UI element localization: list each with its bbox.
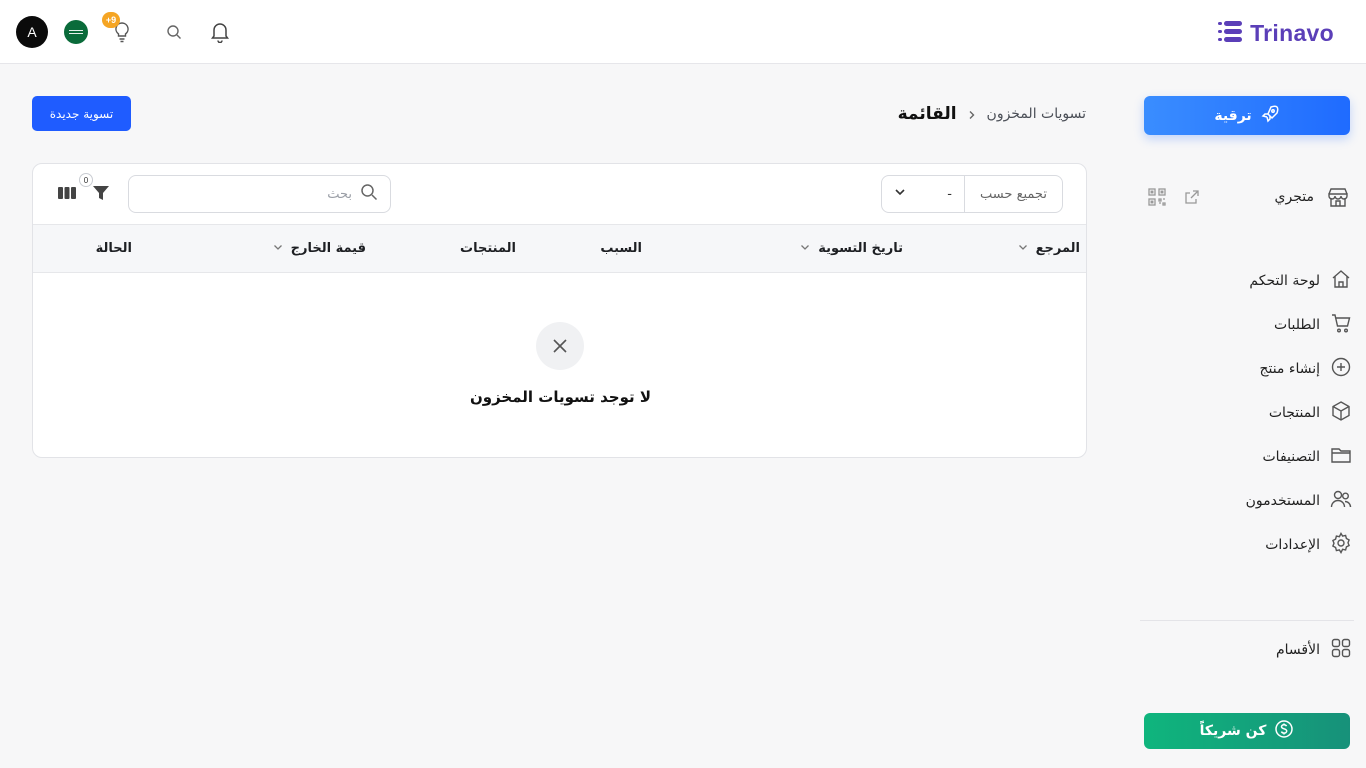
column-label: المنتجات bbox=[460, 241, 516, 256]
sections-label: الأقسام bbox=[1276, 642, 1320, 658]
become-partner-button[interactable]: كن شريكاً bbox=[1144, 713, 1350, 749]
sidebar-item-orders[interactable]: الطلبات bbox=[1142, 303, 1352, 347]
group-by-value-field[interactable]: - bbox=[882, 176, 964, 212]
column-header-products: المنتجات bbox=[460, 241, 516, 256]
sidebar-item-label: المنتجات bbox=[1268, 405, 1320, 421]
sidebar: ترقية متجري لوحة التحكم الطلبات إنشاء من… bbox=[1126, 65, 1366, 768]
sidebar-item-settings[interactable]: الإعدادات bbox=[1142, 523, 1352, 567]
column-header-status: الحالة bbox=[96, 241, 132, 256]
sidebar-item-label: إنشاء منتج bbox=[1259, 361, 1320, 377]
plus-circle-icon bbox=[1330, 356, 1352, 382]
filter-count-badge: 0 bbox=[79, 173, 93, 187]
chevron-down-icon bbox=[894, 186, 906, 202]
sidebar-item-label: التصنيفات bbox=[1262, 449, 1321, 465]
table-header: المرجع تاريخ التسوية السبب المنتجات قيمة… bbox=[33, 224, 1086, 273]
store-label: متجري bbox=[1274, 189, 1314, 205]
sort-chevron-icon bbox=[273, 241, 283, 256]
rocket-icon bbox=[1260, 104, 1280, 128]
empty-state-text: لا توجد تسويات المخزون bbox=[469, 388, 652, 406]
chevron-right-icon bbox=[967, 105, 977, 124]
sidebar-item-label: الطلبات bbox=[1274, 317, 1320, 333]
column-label: السبب bbox=[600, 241, 642, 256]
column-header-outgoing-value[interactable]: قيمة الخارج bbox=[273, 241, 366, 256]
bulb-badge: +9 bbox=[102, 12, 120, 28]
sidebar-item-create-product[interactable]: إنشاء منتج bbox=[1142, 347, 1352, 391]
search-input[interactable] bbox=[152, 186, 352, 202]
store-icon bbox=[1326, 185, 1350, 213]
group-by-label: تجميع حسب bbox=[964, 176, 1062, 212]
upgrade-button[interactable]: ترقية bbox=[1144, 96, 1350, 135]
search-icon bbox=[360, 183, 378, 205]
brand-logo[interactable]: Trinavo bbox=[1218, 19, 1334, 47]
folder-icon bbox=[1330, 444, 1352, 470]
partner-label: كن شريكاً bbox=[1199, 723, 1267, 739]
gear-icon bbox=[1330, 532, 1352, 558]
search-box[interactable] bbox=[128, 175, 391, 213]
sidebar-item-label: الإعدادات bbox=[1265, 537, 1320, 553]
language-flag-icon[interactable] bbox=[64, 20, 88, 44]
column-header-adjustment-date[interactable]: تاريخ التسوية bbox=[800, 241, 903, 256]
brand-name: Trinavo bbox=[1250, 19, 1334, 46]
page-title: القائمة bbox=[897, 104, 957, 124]
sidebar-item-label: المستخدمون bbox=[1245, 493, 1320, 509]
external-link-icon[interactable] bbox=[1184, 189, 1200, 209]
sidebar-item-dashboard[interactable]: لوحة التحكم bbox=[1142, 259, 1352, 303]
sort-chevron-icon bbox=[800, 241, 810, 256]
new-adjustment-button[interactable]: تسوية جديدة bbox=[32, 96, 131, 131]
sidebar-item-label: لوحة التحكم bbox=[1249, 273, 1320, 289]
home-icon bbox=[1330, 268, 1352, 294]
breadcrumb: تسويات المخزون القائمة bbox=[898, 104, 1086, 124]
grid-icon bbox=[1330, 637, 1352, 663]
search-icon[interactable] bbox=[164, 22, 184, 42]
column-label: قيمة الخارج bbox=[290, 241, 366, 256]
column-header-reason: السبب bbox=[600, 241, 642, 256]
sidebar-divider bbox=[1140, 620, 1354, 621]
avatar[interactable]: A bbox=[16, 16, 48, 48]
column-header-reference[interactable]: المرجع bbox=[1018, 241, 1080, 256]
upgrade-label: ترقية bbox=[1214, 107, 1252, 124]
empty-state-close-icon bbox=[536, 322, 584, 370]
bell-icon[interactable] bbox=[208, 20, 232, 44]
brand-logo-icon bbox=[1218, 19, 1244, 47]
top-bar: Trinavo A +9 bbox=[0, 0, 1366, 64]
users-icon bbox=[1330, 488, 1352, 514]
column-label: المرجع bbox=[1035, 241, 1080, 256]
cart-icon bbox=[1330, 312, 1352, 338]
box-icon bbox=[1330, 400, 1352, 426]
sort-chevron-icon bbox=[1018, 241, 1028, 256]
dollar-icon bbox=[1274, 719, 1294, 743]
sidebar-nav: لوحة التحكم الطلبات إنشاء منتج المنتجات … bbox=[1142, 259, 1352, 567]
breadcrumb-root[interactable]: تسويات المخزون bbox=[987, 106, 1086, 122]
column-label: الحالة bbox=[95, 241, 132, 256]
sidebar-item-products[interactable]: المنتجات bbox=[1142, 391, 1352, 435]
filter-icon[interactable] bbox=[91, 184, 115, 204]
sidebar-item-sections[interactable]: الأقسام bbox=[1276, 638, 1352, 662]
group-by-value: - bbox=[947, 186, 952, 202]
columns-icon[interactable] bbox=[57, 185, 77, 205]
group-by-select[interactable]: تجميع حسب - bbox=[881, 175, 1063, 213]
sidebar-item-users[interactable]: المستخدمون bbox=[1142, 479, 1352, 523]
column-label: تاريخ التسوية bbox=[818, 241, 903, 256]
qr-code-icon[interactable] bbox=[1148, 188, 1166, 210]
my-store-row[interactable]: متجري bbox=[1144, 183, 1350, 211]
adjustments-card: تجميع حسب - 0 المرجع تاريخ التسوية السبب bbox=[32, 163, 1087, 458]
sidebar-item-categories[interactable]: التصنيفات bbox=[1142, 435, 1352, 479]
